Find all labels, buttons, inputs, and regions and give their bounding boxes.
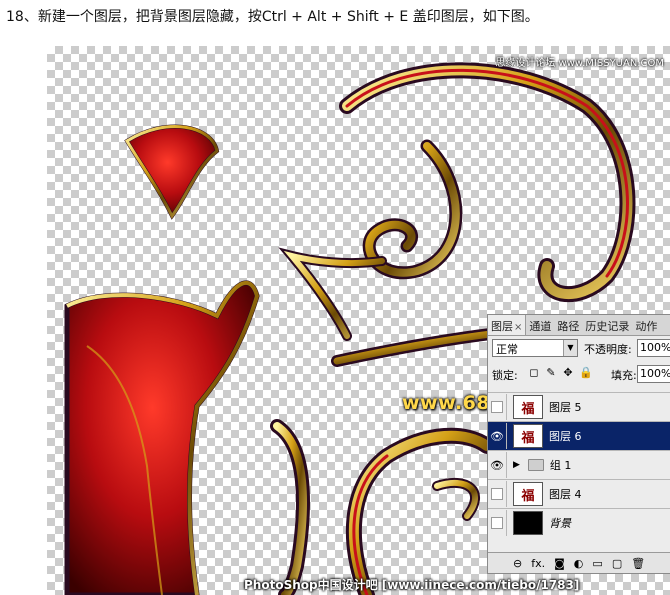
step-instruction: 18、新建一个图层，把背景图层隐藏，按Ctrl + Alt + Shift + … xyxy=(6,9,539,25)
blend-mode-select[interactable]: 正常 ▼ xyxy=(492,339,578,357)
layer-row[interactable]: 福 图层 4 xyxy=(488,479,670,508)
mask-icon[interactable]: ◙ xyxy=(554,557,565,570)
panel-tabs: 图层× 通道 路径 历史记录 动作 xyxy=(488,315,670,336)
close-icon[interactable]: × xyxy=(514,322,522,333)
lock-transparent-icon[interactable]: ◻ xyxy=(528,366,540,379)
panel-footer: ⊖ fx. ◙ ◐ ▭ ▢ 🗑 xyxy=(488,552,670,573)
layer-row-selected[interactable]: 👁 福 图层 6 xyxy=(488,421,670,450)
fx-icon[interactable]: fx. xyxy=(531,557,545,570)
visibility-toggle[interactable] xyxy=(488,481,507,507)
tab-layers[interactable]: 图层× xyxy=(488,315,527,335)
layer-thumbnail: 福 xyxy=(513,395,543,419)
blend-mode-value: 正常 xyxy=(496,343,518,356)
chevron-down-icon[interactable]: ▼ xyxy=(563,340,577,356)
lock-label: 锁定: xyxy=(492,369,518,382)
tab-layers-label: 图层 xyxy=(491,320,513,333)
layer-name: 图层 4 xyxy=(549,488,582,501)
folder-icon[interactable]: ▭ xyxy=(592,557,602,570)
layer-name: 图层 6 xyxy=(549,430,582,443)
layer-list: 福 图层 5 👁 福 图层 6 👁 ▶ 组 1 福 图层 4 背景 xyxy=(488,392,670,537)
adjustment-icon[interactable]: ◐ xyxy=(574,557,584,570)
layer-row[interactable]: 福 图层 5 xyxy=(488,392,670,421)
layer-name: 组 1 xyxy=(549,459,572,472)
lock-all-icon[interactable]: 🔒 xyxy=(579,366,593,379)
layer-row-background[interactable]: 背景 xyxy=(488,508,670,537)
tab-channels[interactable]: 通道 xyxy=(526,315,554,335)
opacity-field[interactable]: 100% xyxy=(637,339,670,357)
fill-field[interactable]: 100% xyxy=(637,365,670,383)
expand-arrow-icon[interactable]: ▶ xyxy=(513,460,520,470)
visibility-toggle[interactable] xyxy=(488,394,507,420)
stroke-dot xyxy=(124,124,220,220)
folder-icon xyxy=(527,459,544,471)
layers-panel: 图层× 通道 路径 历史记录 动作 正常 ▼ 不透明度: 100% 锁定: ◻ … xyxy=(487,314,670,574)
fill-label: 填充: xyxy=(611,369,637,382)
watermark-bottom: PhotoShop中国设计吧 [www.iinece.com/tiebo/178… xyxy=(244,578,580,592)
layer-name: 图层 5 xyxy=(549,401,582,414)
tab-history[interactable]: 历史记录 xyxy=(582,315,632,335)
trash-icon[interactable]: 🗑 xyxy=(631,557,645,570)
layer-group-row[interactable]: 👁 ▶ 组 1 xyxy=(488,450,670,479)
link-icon[interactable]: ⊖ xyxy=(513,557,522,570)
eye-icon[interactable]: 👁 xyxy=(488,423,507,449)
opacity-label: 不透明度: xyxy=(584,343,632,356)
layer-thumbnail xyxy=(513,511,543,535)
tab-actions[interactable]: 动作 xyxy=(632,315,660,335)
layer-name: 背景 xyxy=(549,517,571,530)
tab-paths[interactable]: 路径 xyxy=(554,315,582,335)
layer-thumbnail: 福 xyxy=(513,424,543,448)
layer-thumbnail: 福 xyxy=(513,482,543,506)
visibility-toggle[interactable] xyxy=(488,510,507,536)
lock-move-icon[interactable]: ✥ xyxy=(562,366,574,379)
new-layer-icon[interactable]: ▢ xyxy=(612,557,622,570)
stroke-left-radical xyxy=(64,280,260,595)
eye-icon[interactable]: 👁 xyxy=(488,452,507,478)
lock-paint-icon[interactable]: ✎ xyxy=(545,366,557,379)
watermark-top: 思缘设计论坛 www.MISSYUAN.COM xyxy=(495,58,664,69)
